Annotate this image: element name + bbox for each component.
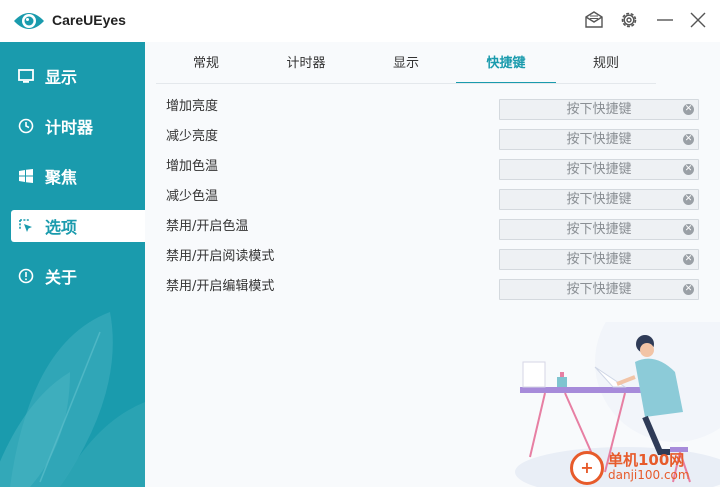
hotkey-input-increase-brightness[interactable]: 按下快捷键 ✕ (499, 99, 699, 120)
sidebar-item-about[interactable]: 关于 (11, 260, 145, 292)
hotkey-input-decrease-brightness[interactable]: 按下快捷键 ✕ (499, 129, 699, 150)
sidebar-item-options[interactable]: 选项 (11, 210, 145, 242)
clear-icon[interactable]: ✕ (683, 134, 694, 145)
monitor-icon (17, 67, 35, 85)
hotkey-placeholder: 按下快捷键 (566, 222, 632, 237)
info-icon (17, 267, 35, 285)
settings-gear-icon[interactable] (617, 8, 641, 32)
clock-icon (17, 117, 35, 135)
hotkey-label-decrease-color-temp: 减少色温 (166, 189, 219, 204)
sidebar-item-label: 聚焦 (45, 168, 78, 187)
hotkey-input-toggle-edit-mode[interactable]: 按下快捷键 ✕ (499, 279, 699, 300)
tab-rules[interactable]: 规则 (556, 46, 656, 84)
clear-icon[interactable]: ✕ (683, 254, 694, 265)
watermark-url: danji100.com (608, 468, 690, 483)
hotkey-label-decrease-brightness: 减少亮度 (166, 129, 219, 144)
app-title: CareUEyes (52, 12, 126, 28)
sidebar-item-focus[interactable]: 聚焦 (11, 160, 145, 192)
sidebar-item-display[interactable]: 显示 (11, 60, 145, 92)
hotkey-placeholder: 按下快捷键 (566, 162, 632, 177)
hotkey-label-toggle-edit-mode: 禁用/开启编辑模式 (166, 279, 275, 294)
hotkey-label-toggle-reading-mode: 禁用/开启阅读模式 (166, 249, 275, 264)
hotkey-input-decrease-color-temp[interactable]: 按下快捷键 ✕ (499, 189, 699, 210)
clear-icon[interactable]: ✕ (683, 194, 694, 205)
close-icon[interactable] (686, 8, 710, 32)
hotkey-input-toggle-color-temp[interactable]: 按下快捷键 ✕ (499, 219, 699, 240)
hotkey-input-toggle-reading-mode[interactable]: 按下快捷键 ✕ (499, 249, 699, 270)
sidebar-item-label: 显示 (45, 68, 78, 87)
clear-icon[interactable]: ✕ (683, 164, 694, 175)
clear-icon[interactable]: ✕ (683, 284, 694, 295)
tab-divider (156, 83, 656, 84)
hotkey-label-toggle-color-temp: 禁用/开启色温 (166, 219, 249, 234)
tab-timer[interactable]: 计时器 (256, 46, 356, 84)
sidebar-item-timer[interactable]: 计时器 (11, 110, 145, 142)
clear-icon[interactable]: ✕ (683, 104, 694, 115)
mail-icon[interactable] (582, 8, 606, 32)
hotkey-label-increase-color-temp: 增加色温 (166, 159, 219, 174)
site-watermark: + 单机100网 danji100.com (570, 448, 720, 487)
clear-icon[interactable]: ✕ (683, 224, 694, 235)
windows-icon (17, 167, 35, 185)
hotkey-placeholder: 按下快捷键 (566, 132, 632, 147)
eye-logo-icon (14, 13, 44, 29)
sidebar-item-label: 计时器 (45, 118, 94, 137)
tab-hotkeys[interactable]: 快捷键 (456, 46, 556, 84)
hotkey-placeholder: 按下快捷键 (566, 102, 632, 117)
plus-logo-icon: + (570, 450, 604, 485)
hotkey-placeholder: 按下快捷键 (566, 252, 632, 267)
hotkey-input-increase-color-temp[interactable]: 按下快捷键 ✕ (499, 159, 699, 180)
hotkey-label-increase-brightness: 增加亮度 (166, 99, 219, 114)
sidebar: 显示 计时器 聚焦 选项 关于 (0, 42, 145, 487)
cursor-select-icon (17, 217, 35, 235)
minimize-icon[interactable] (653, 8, 677, 32)
sidebar-item-label: 关于 (45, 268, 78, 287)
sidebar-item-label: 选项 (45, 218, 78, 237)
hotkey-placeholder: 按下快捷键 (566, 282, 632, 297)
title-bar: CareUEyes (0, 0, 720, 43)
tab-general[interactable]: 常规 (156, 46, 256, 84)
tab-display[interactable]: 显示 (356, 46, 456, 84)
hotkey-placeholder: 按下快捷键 (566, 192, 632, 207)
watermark-title: 单机100网 (608, 451, 685, 470)
main-panel: 常规 计时器 显示 快捷键 规则 增加亮度 按下快捷键 ✕ 减少亮度 按下快捷键… (145, 42, 720, 487)
tab-bar: 常规 计时器 显示 快捷键 规则 (156, 46, 656, 86)
